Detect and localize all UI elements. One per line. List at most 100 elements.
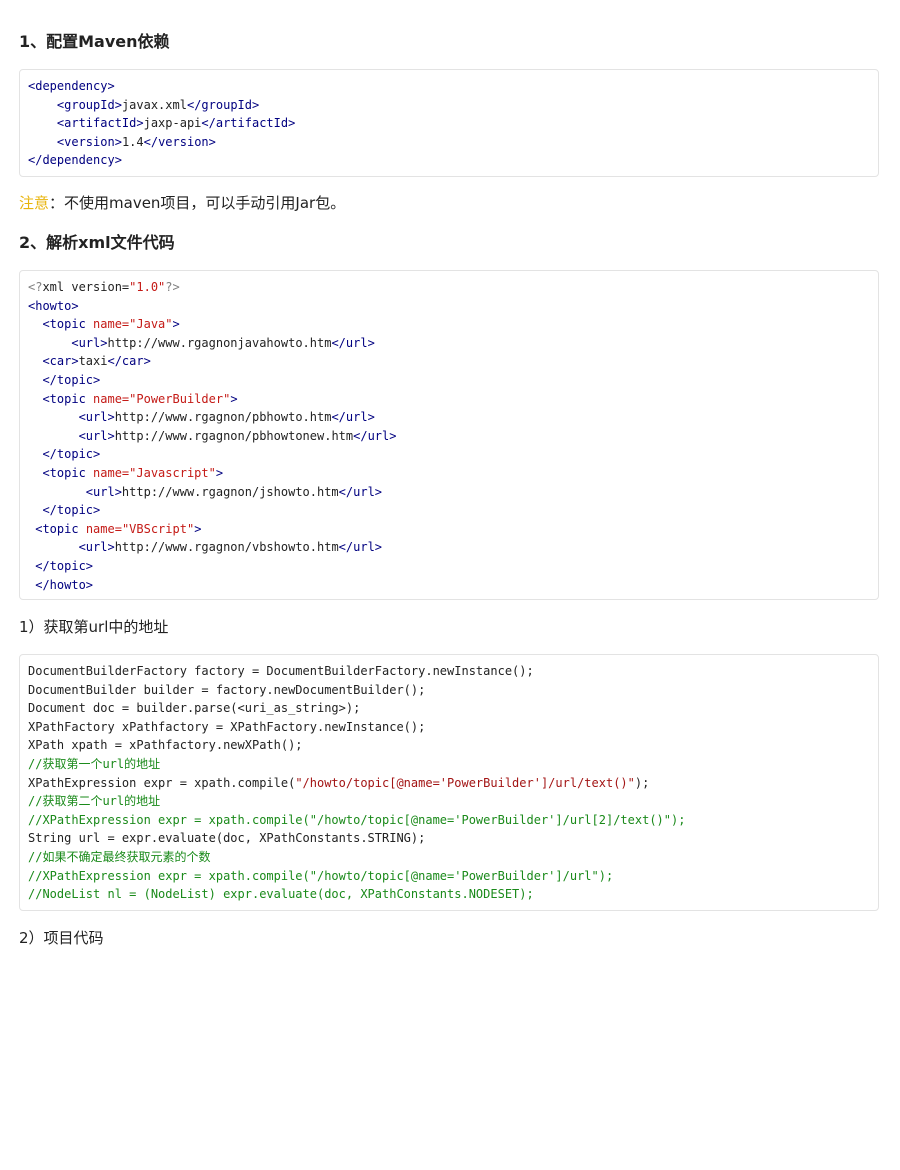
xml-tag: </car>	[107, 354, 151, 369]
xml-attr-value: "Javascript"	[129, 465, 216, 480]
code-line: <?xml version="1.0"?>	[28, 280, 180, 294]
code-line: //NodeList nl = (NodeList) expr.evaluate…	[28, 887, 534, 901]
xml-tag: <url>	[78, 410, 115, 425]
xml-tag: <car>	[42, 354, 79, 369]
xml-attr-name: name=	[85, 521, 122, 536]
code-comment: //NodeList nl = (NodeList) expr.evaluate…	[28, 887, 534, 902]
section-heading-xml: 2、解析xml文件代码	[19, 233, 175, 252]
code-line: //获取第一个url的地址	[28, 757, 160, 771]
code-line: Document doc = builder.parse(<uri_as_str…	[28, 701, 360, 715]
code-line: //如果不确定最终获取元素的个数	[28, 850, 210, 864]
xml-tag: <topic	[35, 521, 86, 536]
code-text: String url = expr.evaluate(doc, XPathCon…	[28, 831, 426, 846]
java-code: DocumentBuilderFactory factory = Documen…	[28, 662, 870, 904]
maven-code-block[interactable]: <dependency> <groupId>javax.xml</groupId…	[19, 69, 879, 177]
xml-text: http://www.rgagnon/vbshowto.htm	[114, 540, 339, 555]
xml-tag: >	[172, 317, 180, 332]
xml-tag: </howto>	[35, 577, 94, 592]
code-comment: //XPathExpression expr = xpath.compile("…	[28, 868, 614, 883]
step2-title: 2）项目代码	[19, 929, 104, 947]
xml-attr-name: name=	[93, 317, 130, 332]
xml-prolog-close: ?>	[165, 280, 180, 294]
code-line: String url = expr.evaluate(doc, XPathCon…	[28, 831, 425, 845]
xml-attr-value: "1.0"	[129, 280, 166, 294]
code-line: <url>http://www.rgagnon/jshowto.htm</url…	[28, 485, 382, 499]
xml-tag: <artifactId>	[56, 116, 144, 131]
maven-code: <dependency> <groupId>javax.xml</groupId…	[28, 77, 870, 170]
xml-tag: </topic>	[42, 503, 101, 518]
xml-tag: <url>	[78, 540, 115, 555]
xml-attr-name: name=	[93, 465, 130, 480]
code-string: "/howto/topic[@name='PowerBuilder']/url/…	[295, 775, 635, 790]
xml-tag: <howto>	[28, 298, 79, 313]
code-comment: //获取第二个url的地址	[28, 794, 161, 809]
code-line: </topic>	[28, 373, 100, 387]
code-line: //XPathExpression expr = xpath.compile("…	[28, 813, 685, 827]
xml-text: javax.xml	[121, 97, 187, 112]
code-line: <url>http://www.rgagnon/vbshowto.htm</ur…	[28, 540, 382, 554]
code-line: </howto>	[28, 578, 93, 592]
code-text: DocumentBuilder builder = factory.newDoc…	[28, 682, 426, 697]
xml-tag: <topic	[42, 391, 94, 406]
code-line: </dependency>	[28, 153, 122, 167]
code-text: );	[634, 775, 650, 790]
xml-prolog-name: xml version=	[42, 280, 130, 294]
xml-text: http://www.rgagnon/pbhowtonew.htm	[114, 428, 354, 443]
xml-tag: </artifactId>	[201, 116, 296, 131]
code-line: XPathFactory xPathfactory = XPathFactory…	[28, 720, 425, 734]
xml-tag: </topic>	[42, 447, 101, 462]
code-comment: //XPathExpression expr = xpath.compile("…	[28, 812, 686, 827]
code-line: DocumentBuilderFactory factory = Documen…	[28, 664, 534, 678]
xml-code-block[interactable]: <?xml version="1.0"?> <howto> <topic nam…	[19, 270, 879, 600]
note-text: ：不使用maven项目，可以手动引用Jar包。	[49, 194, 346, 212]
xml-tag: <topic	[42, 465, 94, 480]
code-line: <dependency>	[28, 79, 115, 93]
java-code-block[interactable]: DocumentBuilderFactory factory = Documen…	[19, 654, 879, 911]
code-line: <car>taxi</car>	[28, 354, 151, 369]
code-comment: //获取第一个url的地址	[28, 756, 161, 771]
note-paragraph: 注意：不使用maven项目，可以手动引用Jar包。	[19, 192, 345, 214]
xml-text: http://www.rgagnon/jshowto.htm	[121, 484, 339, 499]
code-line: <url>http://www.rgagnonjavahowto.htm</ur…	[28, 335, 375, 350]
xml-tag: </url>	[338, 540, 383, 555]
xml-tag: <topic	[42, 317, 94, 332]
code-line: </topic>	[28, 503, 100, 517]
xml-tag: <version>	[56, 134, 122, 149]
xml-tag: >	[215, 465, 224, 480]
code-text: XPathExpression expr = xpath.compile(	[28, 775, 296, 790]
xml-tag: </url>	[331, 410, 375, 425]
xml-tag: </url>	[353, 428, 397, 443]
code-line: XPathExpression expr = xpath.compile("/h…	[28, 776, 649, 790]
code-line: <topic name="PowerBuilder">	[28, 391, 238, 406]
xml-text: 1.4	[121, 134, 144, 149]
xml-prolog-open: <?	[28, 280, 43, 294]
xml-text: http://www.rgagnonjavahowto.htm	[107, 335, 332, 350]
code-comment: //如果不确定最终获取元素的个数	[28, 849, 211, 864]
xml-tag: </dependency>	[28, 153, 122, 168]
note-label: 注意	[19, 194, 50, 212]
xml-tag: </url>	[331, 335, 375, 350]
code-text: XPath xpath = xPathfactory.newXPath();	[28, 738, 303, 753]
code-line: </topic>	[28, 447, 100, 461]
code-text: Document doc = builder.parse(<uri_as_str…	[28, 701, 361, 716]
xml-tag: <url>	[71, 335, 108, 350]
xml-code: <?xml version="1.0"?> <howto> <topic nam…	[28, 278, 870, 594]
code-line: <groupId>javax.xml</groupId>	[28, 98, 259, 112]
xml-text: http://www.rgagnon/pbhowto.htm	[114, 410, 332, 425]
code-line: </topic>	[28, 559, 93, 573]
xml-attr-value: "VBScript"	[121, 521, 195, 536]
xml-tag: >	[230, 391, 238, 406]
section-heading-maven: 1、配置Maven依赖	[19, 32, 170, 51]
xml-tag: <dependency>	[28, 79, 115, 93]
code-line: <topic name="Java">	[28, 317, 180, 332]
step1-title: 1）获取第url中的地址	[19, 618, 169, 636]
xml-text: jaxp-api	[143, 116, 202, 131]
code-line: DocumentBuilder builder = factory.newDoc…	[28, 683, 425, 697]
xml-tag: <url>	[78, 428, 115, 443]
xml-tag: <url>	[85, 484, 122, 499]
code-line: <topic name="VBScript">	[28, 522, 201, 536]
code-line: <version>1.4</version>	[28, 135, 216, 149]
xml-tag: </topic>	[35, 558, 94, 573]
xml-text: taxi	[78, 354, 108, 369]
xml-tag: </topic>	[42, 372, 101, 387]
